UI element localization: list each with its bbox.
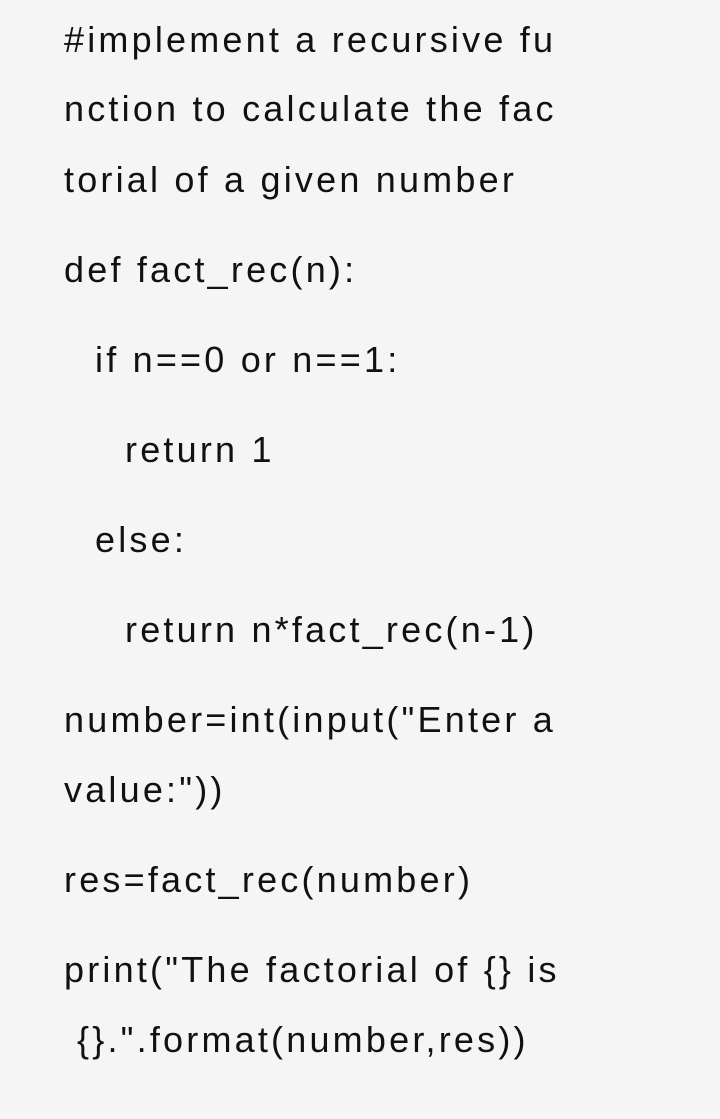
comment-line-3: torial of a given number [64,159,518,200]
return-recursive-line: return n*fact_rec(n-1) [125,609,538,650]
comment-line-2: nction to calculate the fac [64,88,557,129]
if-condition-line: if n==0 or n==1: [95,339,401,380]
print-line-2: {}.".format(number,res)) [77,1019,529,1060]
code-document: #implement a recursive fu nction to calc… [37,0,720,1119]
input-line-2: value:")) [64,769,226,810]
result-assignment-line: res=fact_rec(number) [64,859,474,900]
else-line: else: [95,519,188,560]
return-one-line: return 1 [125,429,275,470]
comment-line-1: #implement a recursive fu [64,19,557,60]
print-line-1: print("The factorial of {} is [64,949,560,990]
input-line-1: number=int(input("Enter a [64,699,556,740]
function-def-line: def fact_rec(n): [64,249,358,290]
